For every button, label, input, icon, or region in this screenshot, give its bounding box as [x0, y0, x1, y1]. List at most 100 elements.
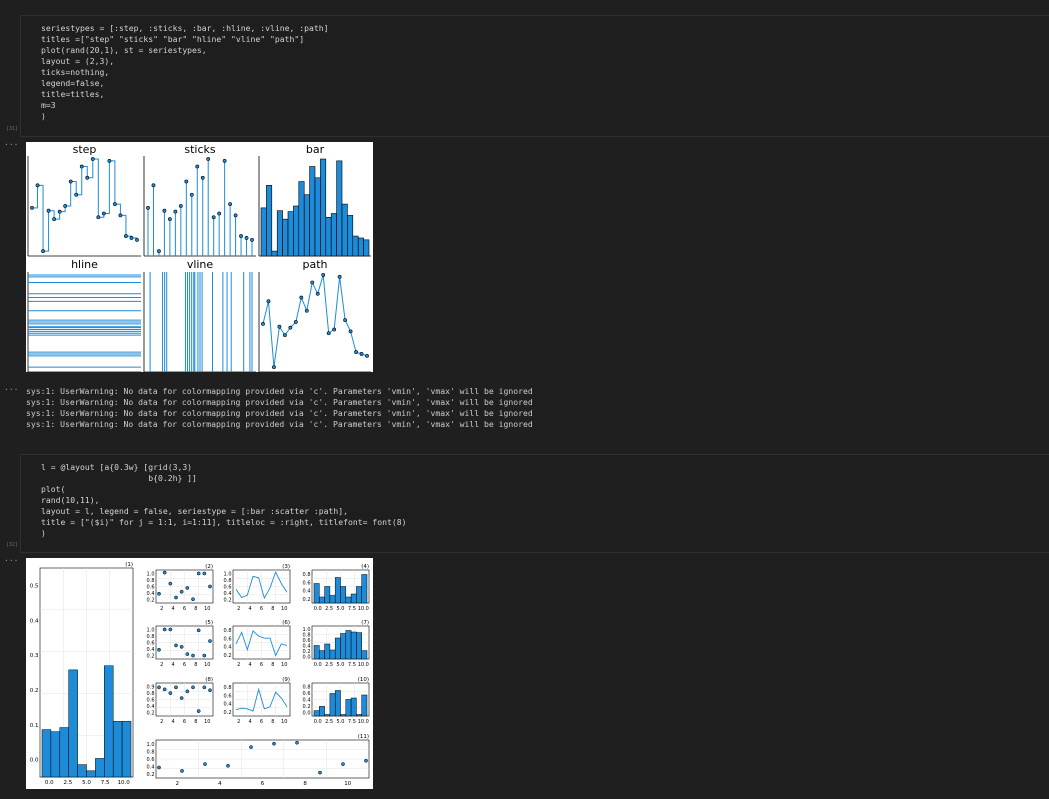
output-collapse-dots-warnings[interactable]: ···: [4, 385, 18, 394]
output-collapse-dots-31[interactable]: ···: [4, 140, 18, 149]
x-tick-label: 5.0: [337, 606, 345, 612]
data-point: [191, 653, 195, 658]
y-tick-label: 0.8: [303, 684, 311, 690]
bar: [361, 694, 368, 717]
data-point: [168, 581, 173, 586]
x-tick-label: 4: [249, 606, 252, 612]
data-point: [196, 628, 201, 633]
plot-seriestypes-svg: step sticks bar hline vline path: [27, 143, 371, 373]
y-tick-label: 0.2: [303, 649, 311, 655]
data-point: [185, 652, 190, 656]
bar: [356, 586, 362, 604]
data-point: [30, 205, 34, 210]
y-tick-label: 0.8: [147, 691, 155, 697]
bar: [356, 714, 362, 717]
y-tick-label: 0.0: [303, 654, 311, 660]
bar: [303, 194, 310, 257]
code-cell-32[interactable]: l = @layout [a{0.3w} [grid(3,3) b{0.2h} …: [20, 454, 1049, 553]
data-point: [157, 685, 161, 690]
x-tick-label: 4: [249, 719, 252, 725]
code-line: seriestypes = [:step, :sticks, :bar, :hl…: [41, 23, 329, 33]
data-point: [337, 274, 342, 279]
y-tick-label: 0.8: [224, 685, 232, 691]
y-tick-label: 0.2: [224, 653, 232, 659]
y-tick-label: 0.8: [224, 628, 232, 634]
x-tick-label: 6: [183, 606, 186, 612]
data-point: [196, 709, 201, 713]
bar: [324, 714, 331, 717]
data-point: [168, 691, 173, 695]
code-line: m=3: [41, 100, 56, 110]
y-tick-label: 0.8: [224, 578, 232, 584]
warning-line: sys:1: UserWarning: No data for colormap…: [26, 397, 533, 407]
output-collapse-dots-32[interactable]: ···: [4, 556, 18, 565]
bar: [77, 764, 87, 778]
data-point: [228, 202, 233, 207]
data-point: [174, 643, 178, 648]
bar: [336, 160, 343, 257]
bar: [313, 710, 320, 717]
series-line: [32, 158, 138, 252]
x-tick-label: 10: [281, 719, 287, 725]
x-tick-label: 4: [249, 662, 252, 668]
bar: [319, 650, 325, 660]
bar: [50, 731, 61, 778]
stderr-output: sys:1: UserWarning: No data for colormap…: [26, 386, 533, 430]
data-point: [277, 324, 282, 329]
bar: [356, 632, 362, 660]
y-tick-label: 0.3: [30, 653, 39, 659]
data-point: [202, 685, 207, 690]
data-point: [341, 762, 345, 766]
code-editor-32[interactable]: l = @layout [a{0.3w} [grid(3,3) b{0.2h} …: [21, 455, 1049, 539]
x-tick-label: 10: [281, 606, 287, 612]
y-tick-label: 0.2: [303, 597, 311, 603]
plot-seriestypes-output: step sticks bar hline vline path: [26, 142, 373, 373]
data-point: [200, 175, 205, 180]
data-point: [146, 205, 150, 210]
code-line: title = ["($i)" for j = 1:1, i=1:11], ti…: [41, 517, 407, 527]
code-cell-31[interactable]: seriestypes = [:step, :sticks, :bar, :hl…: [20, 15, 1049, 137]
y-tick-label: 0.6: [224, 693, 232, 699]
bar: [271, 250, 278, 257]
y-tick-label: 0.1: [30, 723, 39, 729]
bar: [324, 586, 331, 604]
code-editor-31[interactable]: seriestypes = [:step, :sticks, :bar, :hl…: [21, 16, 1049, 122]
x-tick-label: 6: [260, 719, 263, 725]
data-point: [318, 770, 322, 775]
bar: [350, 697, 357, 717]
data-point: [90, 157, 95, 161]
bar: [41, 729, 52, 778]
bar: [95, 758, 105, 778]
y-tick-label: 0.2: [303, 704, 311, 710]
bar: [329, 595, 336, 604]
data-point: [189, 192, 194, 197]
data-point: [282, 333, 287, 338]
y-tick-label: 1.0: [147, 571, 155, 577]
x-tick-label: 4: [172, 606, 175, 612]
data-point: [174, 595, 178, 600]
bar: [350, 631, 357, 660]
x-tick-label: 7.5: [101, 780, 110, 786]
data-point: [310, 280, 315, 285]
data-point: [226, 763, 230, 768]
data-point: [129, 236, 134, 240]
x-tick-label: 8: [271, 662, 274, 668]
y-tick-label: 0.6: [147, 757, 155, 763]
data-point: [272, 741, 276, 746]
bar: [347, 215, 354, 257]
bar: [329, 649, 336, 660]
data-point: [191, 597, 195, 602]
subplot-title: (5): [205, 620, 213, 626]
x-tick-label: 0.0: [314, 719, 322, 725]
data-point: [217, 211, 222, 216]
data-point: [63, 204, 68, 208]
data-point: [168, 627, 173, 632]
data-point: [179, 696, 184, 700]
bar: [352, 235, 359, 257]
y-tick-label: 1.0: [224, 571, 232, 577]
subplot-title: hline: [71, 258, 98, 271]
y-tick-label: 0.6: [303, 691, 311, 697]
x-tick-label: 2: [237, 662, 240, 668]
data-point: [364, 758, 368, 763]
y-tick-label: 0.2: [224, 710, 232, 716]
